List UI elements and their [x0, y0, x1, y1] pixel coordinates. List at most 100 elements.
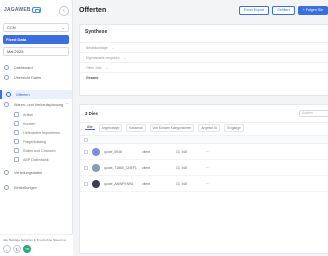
filter-button-label: Gefiltert [277, 8, 290, 12]
sidebar-subitem-abp[interactable]: ABP Datenbank [0, 155, 72, 164]
filter-bar: Alle Angebotstyp Kassenal Von Kunden Kat… [80, 122, 328, 132]
row-checkbox[interactable] [80, 165, 92, 170]
period-button-label: Fixed Data [6, 37, 27, 42]
sidebar-subitem-rollen[interactable]: Rollen und Chancen [0, 146, 72, 155]
top-actions: Excel Export Gefiltert + Folgen Sie [238, 5, 328, 15]
role-icon [14, 148, 19, 153]
synthese-title: Synthese [85, 29, 108, 35]
chevron-up-icon: ⌃ [65, 102, 69, 107]
table-row[interactable]: quote_71880_CNEF1 client CL 148 ⋯ [80, 160, 328, 176]
filter-offer-type[interactable]: Angebotstyp [98, 123, 123, 132]
list-count: 3 Dies [85, 110, 98, 116]
sidebar-subitem-kunden[interactable]: Kunden [0, 119, 72, 128]
chart-icon [4, 75, 9, 80]
sidebar-subitem-label: ABP Datenbank [23, 157, 49, 162]
page-title: Offerten [79, 6, 107, 14]
user-avatar-badge[interactable]: YB [23, 245, 31, 253]
logo[interactable]: JAGAWEB [4, 7, 41, 13]
tab-all[interactable]: Alle [85, 125, 95, 130]
tag-icon [14, 112, 19, 117]
sidebar-subitem-label: Kunden [23, 121, 36, 126]
sidebar-subitem-label: Rollen und Chancen [23, 148, 56, 153]
offer-amount: CL 148 [176, 181, 187, 186]
sidebar-item-dashboard[interactable]: Dashboard [0, 63, 72, 72]
sidebar-item-label: Dashboard [14, 65, 33, 70]
chevron-down-icon: ⌄ [61, 25, 65, 30]
footer-icons: ← ↻ YB [3, 245, 70, 253]
filter-button[interactable]: Gefiltert [272, 5, 295, 15]
sidebar-subitem-artikel[interactable]: Artikel [0, 110, 72, 119]
avatar-circle [92, 179, 100, 188]
offer-name: quote_71880_CNEF1 [104, 165, 137, 170]
synthese-row[interactable]: Eigenanteile eingeben ⌄ [80, 52, 328, 62]
synthese-row-total: Gesamt [80, 72, 328, 82]
period-select[interactable]: Mai 2025 [3, 47, 69, 56]
filter-customer-category[interactable]: Von Kunden Kategorisieren [149, 123, 195, 132]
search-input[interactable]: Suchen [299, 109, 328, 117]
logo-mark-icon [31, 7, 41, 13]
sidebar-item-overview[interactable]: Übersicht Daten [0, 73, 72, 82]
back-arrow-icon[interactable]: ← [3, 245, 11, 253]
synthese-row[interactable]: Offen Jahr ⌄ [80, 62, 328, 72]
table-row[interactable]: quote_ANWFKN9A client CL 148 ⋯ [80, 176, 328, 192]
avatar [92, 163, 102, 172]
offer-amount: CL 148 [176, 165, 187, 170]
synthese-row[interactable]: Bestellanträge ⌄ [80, 42, 328, 52]
topbar: Offerten Excel Export Gefiltert + Folgen… [73, 0, 328, 20]
period-button[interactable]: Fixed Data [3, 35, 69, 44]
filter-kassenal[interactable]: Kassenal [126, 123, 146, 132]
grid-icon [4, 65, 9, 70]
sidebar-item-label: Offerten [16, 92, 30, 97]
excel-export-button[interactable]: Excel Export [238, 5, 270, 15]
search-placeholder: Suchen [302, 111, 313, 115]
offer-amount: CL 148 [176, 149, 187, 154]
database-icon [14, 157, 19, 162]
sidebar-item-settings[interactable]: Einstellungen [0, 183, 72, 192]
sidebar-item-label: Einstellungen [14, 185, 37, 190]
more-icon[interactable]: ⋯ [206, 150, 226, 154]
filter-entries[interactable]: Eingänge [224, 123, 244, 132]
sidebar-item-label: Übersicht Daten [14, 75, 42, 80]
sidebar-item-planning[interactable]: Waren- und Verkaufsplanung ⌃ [0, 100, 72, 109]
period-select-value: Mai 2025 [7, 49, 24, 54]
avatar [92, 147, 102, 156]
avatar [92, 179, 102, 188]
chevron-down-icon: ⌄ [111, 45, 115, 50]
table-row[interactable]: quote_5948 client CL 148 ⋯ [80, 144, 328, 160]
sidebar-subitem-fragenkatalog[interactable]: Fragenkatalog [0, 137, 72, 146]
list-icon [14, 139, 19, 144]
add-offer-button[interactable]: + Folgen Sie [297, 5, 328, 15]
sidebar-item-label: Verteilungsdaten [14, 170, 43, 175]
avatar-circle [92, 147, 100, 156]
box-icon [4, 102, 9, 107]
main-content: Offerten Excel Export Gefiltert + Folgen… [73, 0, 328, 256]
share-icon [4, 170, 9, 175]
users-icon [14, 121, 19, 126]
more-icon[interactable]: ⋯ [206, 166, 226, 170]
sidebar-subitem-import[interactable]: Lieferanten Importieren [0, 128, 72, 137]
org-select[interactable]: CCN ⌄ [3, 23, 69, 32]
synthese-card: Synthese Bestellanträge ⌄ Eigenanteile e… [79, 24, 328, 96]
offer-name: quote_ANWFKN9A [104, 181, 134, 186]
sidebar-item-offerten[interactable]: Offerten [0, 90, 72, 99]
sidebar-subitem-label: Fragenkatalog [23, 139, 46, 144]
chevron-down-icon: ⌄ [123, 55, 127, 60]
row-checkbox[interactable] [80, 149, 92, 154]
sidebar-subitem-label: Lieferanten Importieren [23, 130, 61, 135]
chevron-down-icon: ⌄ [105, 65, 109, 70]
refresh-icon[interactable]: ↻ [13, 245, 21, 253]
org-select-value: CCN [7, 25, 16, 30]
offer-client: client [142, 165, 150, 170]
sidebar-collapse-button[interactable]: ‹ [59, 6, 69, 16]
avatar-circle [92, 163, 100, 172]
select-all-checkbox[interactable] [80, 137, 92, 142]
sidebar-item-verteilung[interactable]: Verteilungsdaten [0, 168, 72, 177]
offer-client: client [142, 181, 150, 186]
sidebar: JAGAWEB CCN ⌄ Fixed Data Mai 2025 Dashbo… [0, 0, 73, 256]
synthese-row-label: Gesamt [86, 75, 99, 80]
row-checkbox[interactable] [80, 181, 92, 186]
add-offer-label: + Folgen Sie [302, 8, 323, 12]
filter-offer-id[interactable]: Angebot ID [198, 123, 221, 132]
synthese-row-label: Bestellanträge [86, 45, 108, 50]
more-icon[interactable]: ⋯ [206, 182, 226, 186]
